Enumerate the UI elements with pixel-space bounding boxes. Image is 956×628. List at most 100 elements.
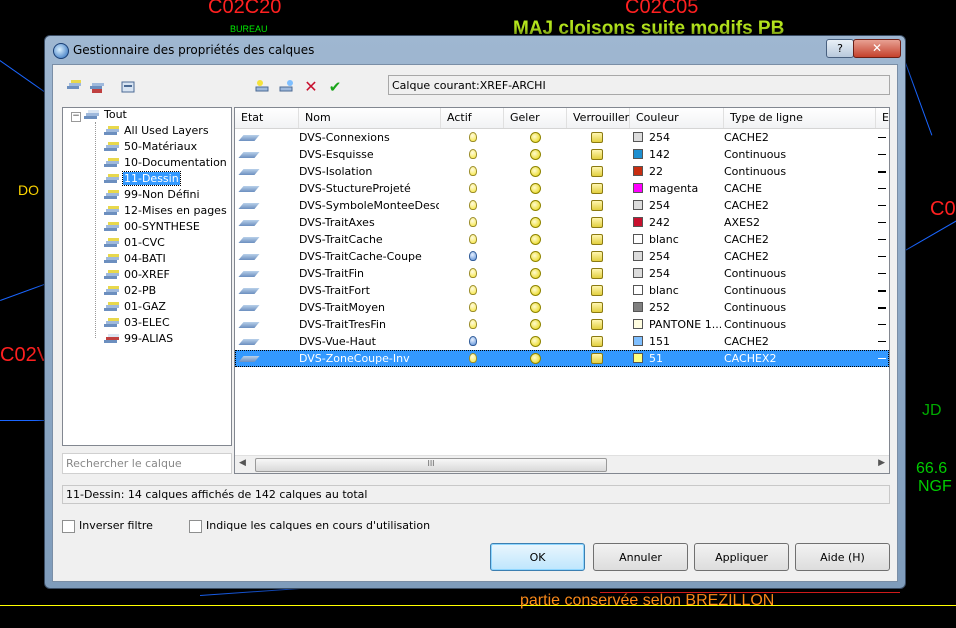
color-name[interactable]: 254 <box>649 248 721 265</box>
tree-item[interactable]: 02-PB <box>103 283 157 299</box>
tree-item[interactable]: 11-Dessin <box>103 171 181 187</box>
lightbulb-icon[interactable] <box>469 149 477 159</box>
linetype[interactable]: CACHE2 <box>724 248 874 265</box>
color-swatch[interactable] <box>633 217 643 227</box>
linetype[interactable]: Continuous <box>724 146 874 163</box>
tree-item[interactable]: 01-CVC <box>103 235 166 251</box>
padlock-icon[interactable] <box>591 319 603 330</box>
linetype[interactable]: Continuous <box>724 163 874 180</box>
sun-freeze-icon[interactable] <box>530 319 541 330</box>
color-name[interactable]: 51 <box>649 350 721 367</box>
padlock-icon[interactable] <box>591 251 603 262</box>
layer-name[interactable]: DVS-TraitCache <box>299 231 439 248</box>
tree-item[interactable]: 10-Documentation <box>103 155 228 171</box>
layers-in-use-checkbox[interactable]: Indique les calques en cours d'utilisati… <box>189 518 430 534</box>
color-name[interactable]: blanc <box>649 282 721 299</box>
tree-item[interactable]: 01-GAZ <box>103 299 167 315</box>
lightbulb-icon[interactable] <box>469 132 477 142</box>
title-bar[interactable]: Gestionnaire des propriétés des calques … <box>45 36 905 64</box>
lineweight-sample[interactable] <box>878 307 886 309</box>
checkbox-box[interactable] <box>62 519 75 533</box>
state-manager-icon[interactable] <box>119 78 137 96</box>
lightbulb-icon[interactable] <box>469 251 477 261</box>
scroll-right-icon[interactable]: ▶ <box>878 458 885 468</box>
color-swatch[interactable] <box>633 132 643 142</box>
table-row[interactable]: DVS-Connexions 254 CACHE2 <box>235 129 889 146</box>
column-header-lock[interactable]: Verrouiller <box>567 108 630 128</box>
scroll-thumb[interactable]: III <box>255 458 607 472</box>
sun-freeze-icon[interactable] <box>530 200 541 211</box>
sun-freeze-icon[interactable] <box>530 285 541 296</box>
color-name[interactable]: 254 <box>649 129 721 146</box>
color-name[interactable]: 142 <box>649 146 721 163</box>
padlock-icon[interactable] <box>591 166 603 177</box>
linetype[interactable]: CACHEX2 <box>724 350 874 367</box>
color-name[interactable]: blanc <box>649 231 721 248</box>
column-header-on[interactable]: Actif <box>441 108 504 128</box>
linetype[interactable]: Continuous <box>724 265 874 282</box>
linetype[interactable]: Continuous <box>724 316 874 333</box>
linetype[interactable]: Continuous <box>724 299 874 316</box>
layer-name[interactable]: DVS-Connexions <box>299 129 439 146</box>
color-swatch[interactable] <box>633 285 643 295</box>
table-row[interactable]: DVS-TraitFort blanc Continuous <box>235 282 889 299</box>
lineweight-sample[interactable] <box>878 188 886 189</box>
column-header-linetype[interactable]: Type de ligne <box>724 108 876 128</box>
layer-name[interactable]: DVS-TraitTresFin <box>299 316 439 333</box>
sun-freeze-icon[interactable] <box>530 336 541 347</box>
color-swatch[interactable] <box>633 234 643 244</box>
help-button[interactable]: ? <box>826 39 854 58</box>
scroll-left-icon[interactable]: ◀ <box>239 458 246 468</box>
linetype[interactable]: CACHE2 <box>724 197 874 214</box>
color-name[interactable]: 254 <box>649 265 721 282</box>
linetype[interactable]: CACHE <box>724 180 874 197</box>
padlock-icon[interactable] <box>591 132 603 143</box>
lineweight-sample[interactable] <box>878 273 886 274</box>
color-swatch[interactable] <box>633 336 643 346</box>
tree-item[interactable]: 03-ELEC <box>103 315 171 331</box>
lightbulb-icon[interactable] <box>469 302 477 312</box>
tree-item[interactable]: 00-XREF <box>103 267 171 283</box>
tree-item[interactable]: 50-Matériaux <box>103 139 198 155</box>
table-row[interactable]: DVS-TraitFin 254 Continuous <box>235 265 889 282</box>
color-swatch[interactable] <box>633 353 643 363</box>
layer-name[interactable]: DVS-TraitAxes <box>299 214 439 231</box>
lineweight-sample[interactable] <box>878 358 886 359</box>
table-row[interactable]: DVS-Esquisse 142 Continuous <box>235 146 889 163</box>
column-header-name[interactable]: Nom <box>299 108 441 128</box>
padlock-icon[interactable] <box>591 268 603 279</box>
tree-item[interactable]: 00-SYNTHESE <box>103 219 201 235</box>
new-group-icon[interactable] <box>88 78 106 96</box>
new-filter-icon[interactable] <box>65 78 83 96</box>
tree-item[interactable]: 99-ALIAS <box>103 331 174 347</box>
lineweight-sample[interactable] <box>878 171 886 173</box>
table-row[interactable]: DVS-TraitCache blanc CACHE2 <box>235 231 889 248</box>
lineweight-sample[interactable] <box>878 239 886 240</box>
linetype[interactable]: AXES2 <box>724 214 874 231</box>
color-swatch[interactable] <box>633 302 643 312</box>
table-row[interactable]: DVS-TraitTresFin PANTONE 1... Continuous <box>235 316 889 333</box>
layer-name[interactable]: DVS-StuctureProjeté <box>299 180 439 197</box>
lightbulb-icon[interactable] <box>469 353 477 363</box>
set-current-icon[interactable]: ✔ <box>326 78 344 96</box>
color-swatch[interactable] <box>633 183 643 193</box>
layer-name[interactable]: DVS-TraitFin <box>299 265 439 282</box>
lightbulb-icon[interactable] <box>469 200 477 210</box>
table-row[interactable]: DVS-StuctureProjeté magenta CACHE <box>235 180 889 197</box>
checkbox-box[interactable] <box>189 519 202 533</box>
lightbulb-icon[interactable] <box>469 217 477 227</box>
lineweight-sample[interactable] <box>878 205 886 206</box>
delete-layer-icon[interactable]: ✕ <box>302 78 320 96</box>
layer-name[interactable]: DVS-TraitCache-Coupe <box>299 248 439 265</box>
tree-item[interactable]: 12-Mises en pages <box>103 203 228 219</box>
padlock-icon[interactable] <box>591 183 603 194</box>
padlock-icon[interactable] <box>591 285 603 296</box>
color-name[interactable]: 242 <box>649 214 721 231</box>
linetype[interactable]: CACHE2 <box>724 129 874 146</box>
lightbulb-icon[interactable] <box>469 183 477 193</box>
color-swatch[interactable] <box>633 200 643 210</box>
color-swatch[interactable] <box>633 149 643 159</box>
color-swatch[interactable] <box>633 268 643 278</box>
sun-freeze-icon[interactable] <box>530 132 541 143</box>
column-header-lineweight[interactable]: E <box>876 108 889 128</box>
